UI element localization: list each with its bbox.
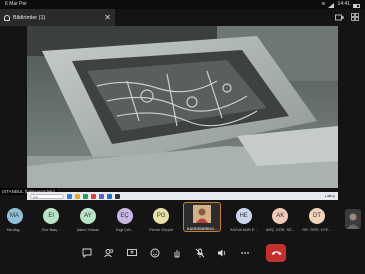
bell-icon xyxy=(4,14,10,21)
close-icon[interactable]: ✕ xyxy=(104,13,111,22)
status-bar: 6 Mar Per ≋ 14:41 xyxy=(0,0,365,9)
participant-card[interactable]: MA Ma Akg... xyxy=(0,205,29,232)
participant-name: KANDEMİRBUL... xyxy=(187,227,218,231)
notifications-label: Bildirimler (1) xyxy=(13,14,46,21)
app-icon xyxy=(83,193,88,199)
speaker-icon xyxy=(218,249,226,257)
battery-icon xyxy=(353,3,360,8)
switch-camera-button[interactable] xyxy=(333,11,345,23)
participant-name: Ezgi Çet... xyxy=(115,228,134,232)
self-avatar xyxy=(345,209,361,229)
participants-strip: MA Ma Akg... EI Ece Batç... AY Adem Yılmaz EÇ E… xyxy=(0,202,365,235)
mic-button[interactable] xyxy=(192,245,208,261)
reaction-icon xyxy=(150,248,159,258)
people-button[interactable] xyxy=(101,245,117,261)
camera-icon xyxy=(334,14,343,20)
participant-name: ARŞ. GÖR. SE... xyxy=(265,228,295,232)
participant-name: Pervin Gürpür xyxy=(149,228,174,232)
participant-name: Adem Yılmaz xyxy=(76,228,100,232)
people-icon xyxy=(104,249,114,258)
participant-name: Ece Batç... xyxy=(42,228,61,232)
self-view[interactable] xyxy=(345,209,361,229)
word-icon xyxy=(107,193,112,199)
remote-taskbar: Ara ▴ ⌨ ◍ xyxy=(27,192,338,200)
call-controls xyxy=(0,240,365,266)
app-icon xyxy=(115,193,120,199)
screen: { "status_bar": { "time": "6 Mar Per", "… xyxy=(0,0,365,274)
participant-card[interactable]: EÇ Ezgi Çet... xyxy=(110,205,139,232)
participant-card[interactable]: AK ARŞ. GÖR. SE... xyxy=(266,205,295,232)
video-frame xyxy=(27,26,338,188)
end-call-icon xyxy=(271,251,282,255)
end-call-button[interactable] xyxy=(266,244,287,262)
participant-name: Ma Akg... xyxy=(6,228,23,232)
chat-icon xyxy=(82,248,92,258)
avatar: PG xyxy=(153,208,170,224)
notifications-banner[interactable]: Bildirimler (1) ✕ xyxy=(0,9,115,26)
shared-screen-video[interactable] xyxy=(27,26,338,188)
taskbar-search: Ara xyxy=(30,193,64,199)
status-clock: 14:41 xyxy=(337,1,350,7)
top-actions xyxy=(333,11,361,23)
raise-hand-button[interactable] xyxy=(169,245,185,261)
wifi-icon: ≋ xyxy=(321,1,326,7)
mic-off-icon xyxy=(195,248,205,258)
chat-button[interactable] xyxy=(79,245,95,261)
share-screen-button[interactable] xyxy=(124,245,140,261)
participant-card[interactable]: DT DR. ÖĞR. ÜYE... xyxy=(302,205,332,232)
participant-card[interactable]: EI Ece Batç... xyxy=(37,205,66,232)
grid-icon xyxy=(351,13,359,21)
participant-name: HAVVA NUR E... xyxy=(229,228,258,232)
avatar: MA xyxy=(6,208,23,224)
participant-card[interactable]: HE HAVVA NUR E... xyxy=(229,205,258,232)
avatar: EI xyxy=(43,208,60,224)
raise-hand-icon xyxy=(174,250,180,258)
system-tray: ▴ ⌨ ◍ xyxy=(324,194,335,198)
speaker-button[interactable] xyxy=(214,245,230,261)
avatar: HE xyxy=(235,208,252,224)
participant-name: DR. ÖĞR. ÜYE... xyxy=(302,228,332,232)
avatar: AY xyxy=(79,208,96,224)
participant-card[interactable]: PG Pervin Gürpür xyxy=(147,205,176,232)
avatar: EÇ xyxy=(116,208,133,224)
status-date: 6 Mar Per xyxy=(5,1,27,7)
more-icon xyxy=(241,252,249,254)
folder-icon xyxy=(75,193,80,199)
avatar: DT xyxy=(309,208,325,224)
avatar xyxy=(193,205,212,223)
reaction-button[interactable] xyxy=(147,245,163,261)
avatar: AK xyxy=(272,208,289,224)
participant-card[interactable]: AY Adem Yılmaz xyxy=(73,205,102,232)
more-button[interactable] xyxy=(237,245,253,261)
signal-icon xyxy=(328,3,335,8)
participant-card[interactable]: KANDEMİRBUL... xyxy=(183,202,222,232)
teams-icon xyxy=(99,193,104,199)
share-screen-icon xyxy=(127,249,137,256)
status-icons: ≋ 14:41 xyxy=(321,0,360,9)
app-icon xyxy=(67,193,72,199)
app-icon xyxy=(91,193,96,199)
layout-button[interactable] xyxy=(349,11,361,23)
